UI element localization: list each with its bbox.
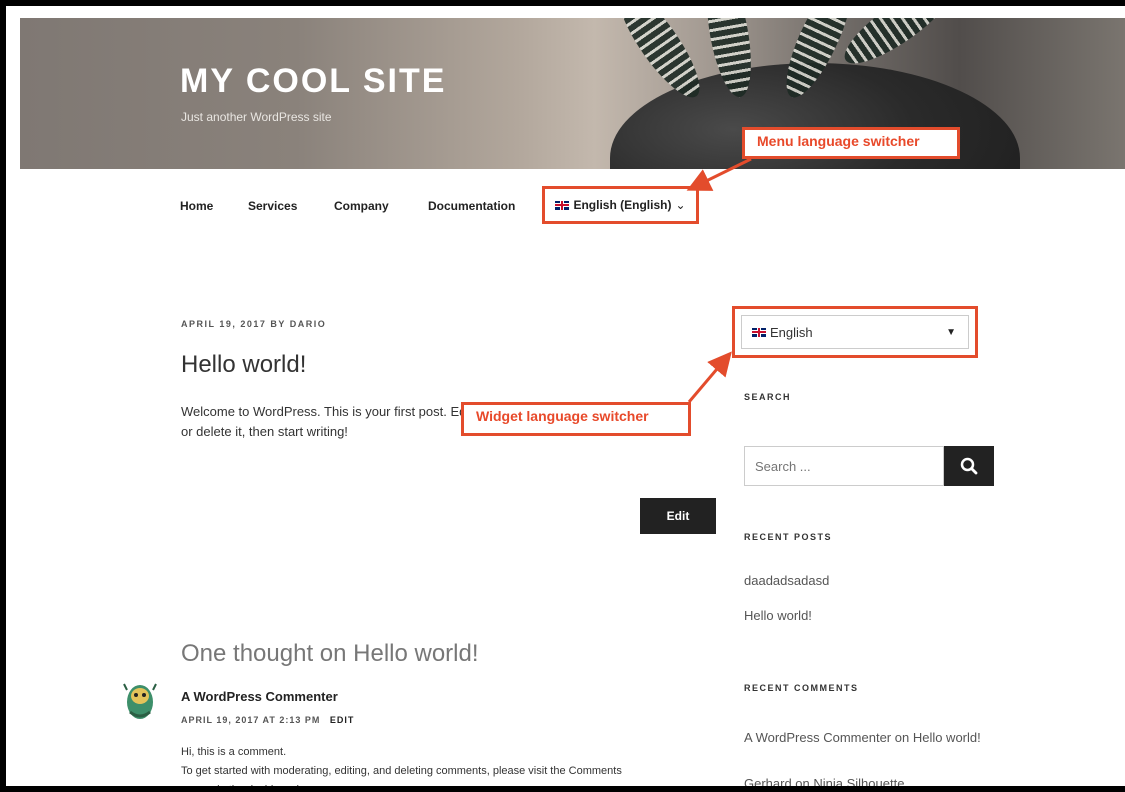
search-widget (744, 446, 994, 486)
avatar-icon (123, 683, 157, 719)
comments-title: One thought on Hello world! (181, 640, 479, 667)
recent-posts-heading: RECENT POSTS (744, 532, 833, 542)
uk-flag-icon (752, 327, 766, 337)
comment-text-line: To get started with moderating, editing,… (181, 765, 622, 777)
search-icon (960, 457, 978, 475)
edit-button[interactable]: Edit (640, 498, 716, 534)
widget-language-switcher: English ▼ (732, 306, 978, 358)
comment-edit-link[interactable]: EDIT (330, 715, 355, 725)
menu-language-switcher[interactable]: English (English) ⌄ (542, 186, 699, 224)
screenshot-frame: MY COOL SITE Just another WordPress site… (0, 0, 1125, 792)
main-navigation: Home Services Company Documentation Engl… (20, 169, 1125, 239)
nav-item-services[interactable]: Services (248, 199, 297, 213)
nav-item-home[interactable]: Home (180, 199, 213, 213)
uk-flag-icon (555, 200, 570, 210)
post-title[interactable]: Hello world! (181, 351, 306, 379)
search-widget-heading: SEARCH (744, 392, 792, 402)
comment-date[interactable]: APRIL 19, 2017 AT 2:13 PM (181, 715, 320, 725)
comment-meta: APRIL 19, 2017 AT 2:13 PM EDIT (181, 715, 354, 725)
site-tagline: Just another WordPress site (181, 110, 332, 124)
chevron-down-icon: ⌄ (675, 198, 686, 212)
site-title[interactable]: MY COOL SITE (180, 62, 446, 101)
recent-comment-item[interactable]: Gerhard on Ninja Silhouette (744, 776, 904, 786)
chevron-down-icon: ▼ (946, 327, 956, 338)
header-image-leaf (606, 18, 712, 108)
language-select[interactable]: English ▼ (741, 315, 969, 349)
nav-item-company[interactable]: Company (334, 199, 389, 213)
menu-language-switcher-callout: Menu language switcher (742, 127, 960, 159)
search-button[interactable] (944, 446, 994, 486)
recent-comments-heading: RECENT COMMENTS (744, 683, 859, 693)
menu-language-label: English (English) (573, 198, 672, 212)
comment-text-line: Hi, this is a comment. (181, 746, 287, 758)
post-meta: APRIL 19, 2017 BY DARIO (181, 319, 327, 329)
widget-language-switcher-callout: Widget language switcher (461, 402, 691, 436)
recent-comment-item[interactable]: A WordPress Commenter on Hello world! (744, 728, 984, 747)
post-content: Welcome to WordPress. This is your first… (181, 404, 473, 439)
recent-post-link[interactable]: Hello world! (744, 608, 812, 623)
comment-author[interactable]: A WordPress Commenter (181, 689, 338, 704)
browser-viewport: MY COOL SITE Just another WordPress site… (20, 18, 1125, 792)
language-select-value: English (770, 324, 813, 340)
comment-text-line: screen in the dashboard. (181, 784, 303, 792)
nav-item-documentation[interactable]: Documentation (428, 199, 515, 213)
recent-post-link[interactable]: daadadsadasd (744, 573, 829, 588)
widget-callout-arrow (687, 351, 732, 403)
search-input[interactable] (744, 446, 944, 486)
